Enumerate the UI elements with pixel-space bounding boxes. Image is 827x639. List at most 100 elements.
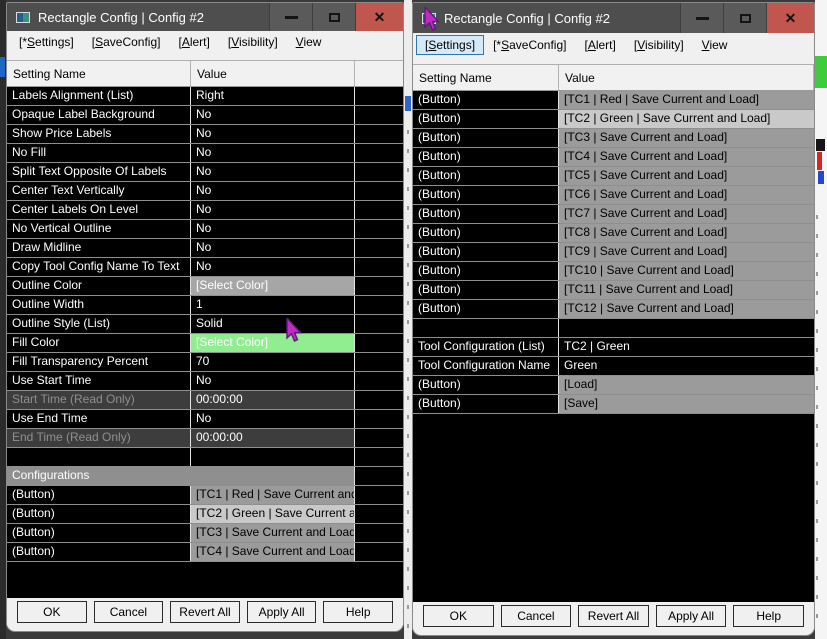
table-header: Setting Name Value xyxy=(413,64,814,91)
table-row: (Button) [TC7 | Save Current and Load] xyxy=(413,205,814,224)
setting-value-cell[interactable]: Green xyxy=(559,357,814,375)
maximize-button[interactable] xyxy=(312,3,355,31)
config-button-cell[interactable]: [TC8 | Save Current and Load] xyxy=(559,224,814,242)
row-filler-cell xyxy=(355,486,403,504)
apply-all-button[interactable]: Apply All xyxy=(655,604,727,627)
setting-value-cell[interactable]: No xyxy=(191,106,355,124)
background-middle-sliver xyxy=(404,0,412,639)
table-row: Labels Alignment (List) Right xyxy=(7,87,403,106)
row-filler-cell xyxy=(355,524,403,542)
setting-name-cell: Opaque Label Background xyxy=(7,106,191,124)
setting-value-cell[interactable]: [Select Color] xyxy=(191,277,355,295)
config-button-cell[interactable]: [TC5 | Save Current and Load] xyxy=(559,167,814,185)
table-row: Center Labels On Level No xyxy=(7,201,403,220)
menu-item-view[interactable]: View xyxy=(693,35,737,55)
config-button-cell[interactable]: [TC4 | Save Current and Load] xyxy=(191,543,355,561)
setting-value-cell[interactable]: No xyxy=(191,258,355,276)
setting-name-cell: Draw Midline xyxy=(7,239,191,257)
setting-name-cell: (Button) xyxy=(413,110,559,128)
config-button-cell[interactable]: [TC3 | Save Current and Load] xyxy=(191,524,355,542)
table-row: Center Text Vertically No xyxy=(7,182,403,201)
help-button[interactable]: Help xyxy=(323,600,393,623)
setting-value-cell[interactable]: TC2 | Green xyxy=(559,338,814,356)
setting-name-cell: Outline Style (List) xyxy=(7,315,191,333)
setting-value-cell[interactable]: 1 xyxy=(191,296,355,314)
menu-item-settings[interactable]: [Settings] xyxy=(416,35,485,55)
setting-value-cell[interactable]: No xyxy=(191,220,355,238)
setting-name-cell: (Button) xyxy=(413,376,559,394)
ok-button[interactable]: OK xyxy=(423,604,494,627)
close-button[interactable]: ✕ xyxy=(355,3,403,31)
config-button-cell[interactable]: [TC2 | Green | Save Current and xyxy=(191,505,355,523)
config-button-cell[interactable]: [TC1 | Red | Save Current and Load] xyxy=(559,91,814,109)
cancel-button[interactable]: Cancel xyxy=(500,604,572,627)
config-button-cell[interactable]: [TC6 | Save Current and Load] xyxy=(559,186,814,204)
setting-name-cell xyxy=(413,319,559,337)
close-button[interactable]: ✕ xyxy=(766,3,814,33)
setting-value-cell[interactable]: No xyxy=(191,125,355,143)
titlebar[interactable]: Rectangle Config | Config #2 ✕ xyxy=(413,3,814,33)
config-button-cell[interactable]: [TC1 | Red | Save Current and L xyxy=(191,486,355,504)
row-filler-cell xyxy=(355,467,403,485)
config-button-cell[interactable]: [TC2 | Green | Save Current and Load] xyxy=(559,110,814,128)
minimize-button[interactable] xyxy=(680,3,723,33)
menu-item-alert[interactable]: [Alert] xyxy=(575,35,624,55)
setting-value-cell[interactable]: No xyxy=(191,201,355,219)
config-button-cell[interactable]: [TC11 | Save Current and Load] xyxy=(559,281,814,299)
menu-item-view[interactable]: View xyxy=(287,32,331,52)
minimize-button[interactable] xyxy=(269,3,312,31)
config-button-cell[interactable]: [TC12 | Save Current and Load] xyxy=(559,300,814,318)
setting-value-cell[interactable]: 00:00:00 xyxy=(191,429,355,447)
table-row: Use Start Time No xyxy=(7,372,403,391)
setting-value-cell[interactable]: No xyxy=(191,410,355,428)
setting-name-cell: (Button) xyxy=(413,148,559,166)
menu-item-alert[interactable]: [Alert] xyxy=(169,32,218,52)
setting-name-cell: (Button) xyxy=(413,243,559,261)
menu-item-saveconfig[interactable]: [SaveConfig] xyxy=(83,32,170,52)
revert-all-button[interactable]: Revert All xyxy=(170,600,240,623)
setting-value-cell[interactable]: No xyxy=(191,144,355,162)
menu-item-settings[interactable]: [*Settings] xyxy=(10,32,83,52)
table-row: (Button) [Save] xyxy=(413,395,814,414)
setting-name-cell: Outline Color xyxy=(7,277,191,295)
revert-all-button[interactable]: Revert All xyxy=(578,604,649,627)
setting-value-cell[interactable]: Right xyxy=(191,87,355,105)
setting-value-cell[interactable]: [Select Color] xyxy=(191,334,355,352)
config-button-cell[interactable]: [TC10 | Save Current and Load] xyxy=(559,262,814,280)
titlebar[interactable]: Rectangle Config | Config #2 ✕ xyxy=(7,3,403,31)
background-dark-mark xyxy=(816,139,825,151)
menu-item-saveconfig[interactable]: [*SaveConfig] xyxy=(484,35,575,55)
column-header-value: Value xyxy=(191,61,355,86)
window-title: Rectangle Config | Config #2 xyxy=(444,10,610,26)
config-button-cell[interactable]: [TC3 | Save Current and Load] xyxy=(559,129,814,147)
setting-value-cell xyxy=(559,319,814,337)
maximize-button[interactable] xyxy=(723,3,766,33)
setting-value-cell[interactable]: 00:00:00 xyxy=(191,391,355,409)
menu-item-visibility[interactable]: [Visibility] xyxy=(219,32,287,52)
apply-all-button[interactable]: Apply All xyxy=(246,600,317,623)
setting-value-cell[interactable]: No xyxy=(191,372,355,390)
row-filler-cell xyxy=(355,429,403,447)
setting-value-cell[interactable]: No xyxy=(191,163,355,181)
table-row: No Vertical Outline No xyxy=(7,220,403,239)
setting-value-cell[interactable]: No xyxy=(191,239,355,257)
setting-value-cell[interactable]: 70 xyxy=(191,353,355,371)
menu-item-visibility[interactable]: [Visibility] xyxy=(625,35,693,55)
app-icon xyxy=(422,12,436,24)
help-button[interactable]: Help xyxy=(733,604,804,627)
setting-value-cell[interactable]: No xyxy=(191,182,355,200)
table-row: Copy Tool Config Name To Text No xyxy=(7,258,403,277)
setting-value-cell[interactable]: Solid xyxy=(191,315,355,333)
cancel-button[interactable]: Cancel xyxy=(93,600,164,623)
minimize-icon xyxy=(284,15,298,19)
settings-table: (Button) [TC1 | Red | Save Current and Lo… xyxy=(413,91,814,414)
config-button-cell[interactable]: [TC4 | Save Current and Load] xyxy=(559,148,814,166)
background-green-block xyxy=(815,56,827,88)
config-button-cell[interactable]: [TC7 | Save Current and Load] xyxy=(559,205,814,223)
ok-button[interactable]: OK xyxy=(17,600,87,623)
setting-name-cell: (Button) xyxy=(413,224,559,242)
config-button-cell[interactable]: [Load] xyxy=(559,376,814,394)
config-button-cell[interactable]: [Save] xyxy=(559,395,814,413)
setting-name-cell: (Button) xyxy=(7,524,191,542)
config-button-cell[interactable]: [TC9 | Save Current and Load] xyxy=(559,243,814,261)
